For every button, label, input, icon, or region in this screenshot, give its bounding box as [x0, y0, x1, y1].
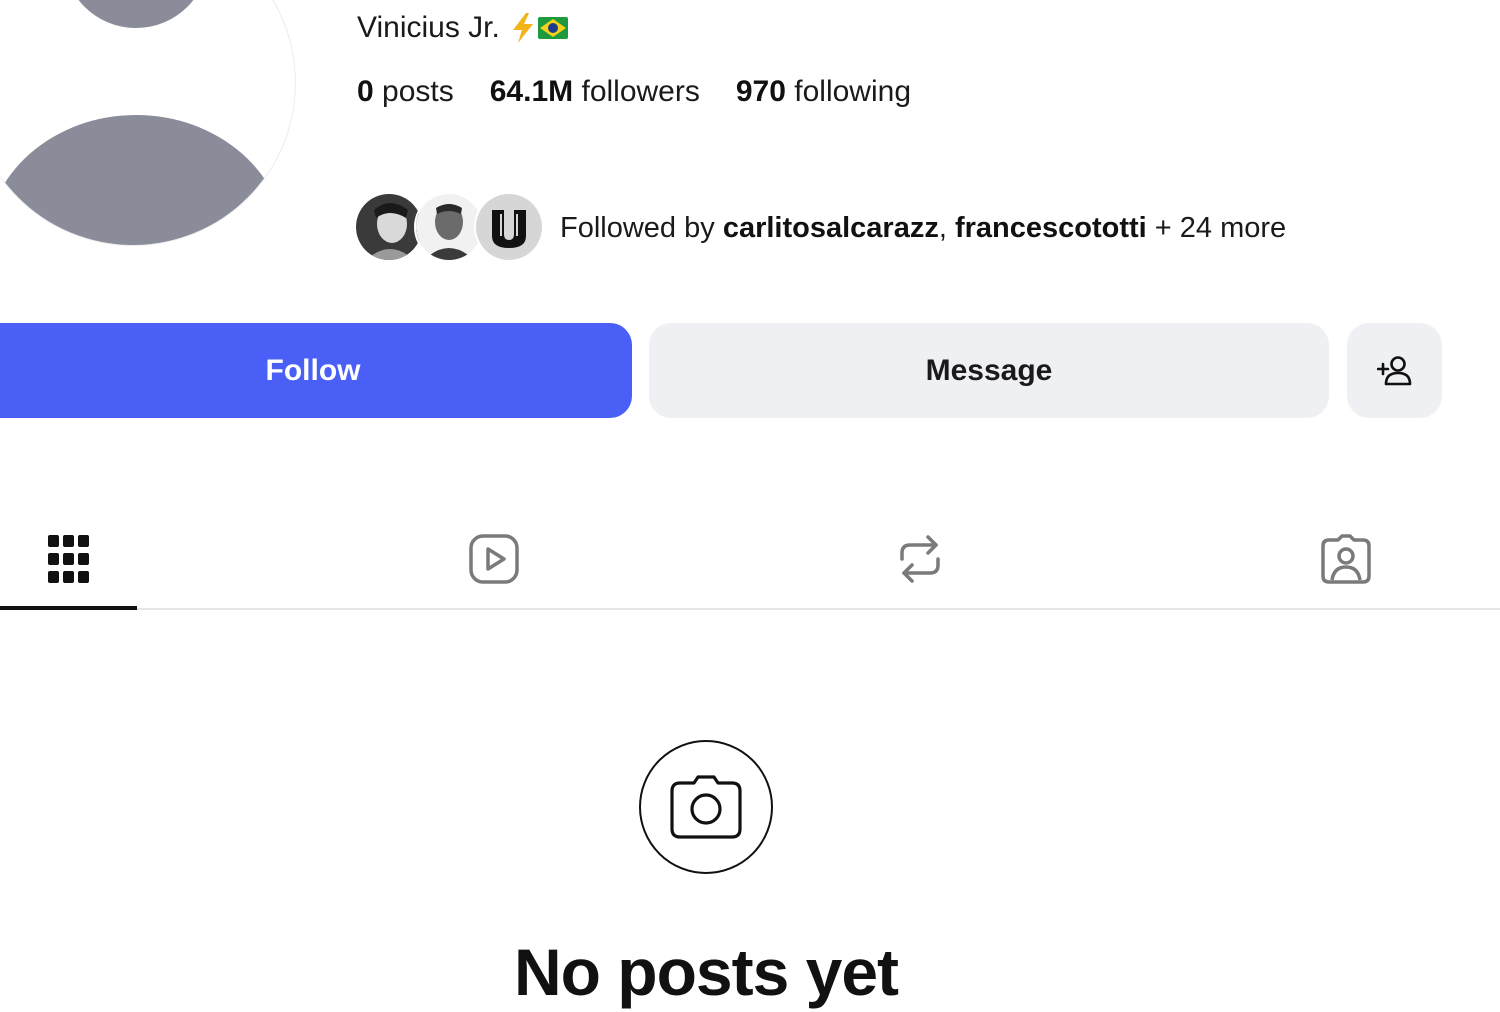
tagged-icon [1320, 534, 1371, 584]
repost-icon [899, 535, 940, 583]
followers-label[interactable]: followers [581, 75, 699, 108]
followers-count[interactable]: 64.1M [490, 75, 573, 108]
tab-tagged[interactable] [1282, 510, 1409, 608]
tab-posts-grid[interactable] [0, 510, 137, 610]
lightning-icon [512, 13, 533, 43]
profile-avatar[interactable] [0, 0, 296, 246]
followed-by-user-2[interactable]: francescototti [955, 212, 1147, 244]
brazil-flag-icon [537, 17, 568, 39]
grid-icon [47, 535, 89, 583]
followed-by-text[interactable]: Followed by carlitosalcarazz, francescot… [560, 212, 1286, 245]
mutual-avatar-3[interactable] [474, 192, 544, 262]
profile-display-name: Vinicius Jr. [357, 8, 568, 48]
default-avatar-icon [0, 0, 286, 245]
camera-icon [670, 775, 742, 839]
followed-by-more[interactable]: + 24 more [1155, 212, 1286, 244]
followed-by-user-1[interactable]: carlitosalcarazz [723, 212, 939, 244]
followers-stat[interactable]: 64.1M followers [490, 72, 700, 112]
following-stat[interactable]: 970 following [736, 72, 911, 112]
follow-button[interactable]: Follow [0, 323, 632, 418]
brand-logo-icon [476, 194, 542, 260]
add-person-icon [1376, 355, 1411, 385]
empty-state-title: No posts yet [513, 935, 899, 1009]
profile-tabs [0, 510, 1500, 610]
followed-by-separator: , [938, 211, 947, 244]
reels-icon [468, 534, 519, 584]
posts-label: posts [382, 75, 454, 108]
posts-stat: 0 posts [357, 72, 454, 112]
tab-reposts[interactable] [856, 510, 983, 608]
person-photo-icon [416, 194, 482, 260]
message-button[interactable]: Message [649, 323, 1329, 418]
posts-count: 0 [357, 75, 374, 108]
mutual-followers-avatars[interactable] [354, 192, 550, 264]
empty-state-icon-circle [639, 740, 773, 874]
followed-by-prefix: Followed by [560, 211, 715, 244]
following-label[interactable]: following [794, 75, 911, 108]
suggest-accounts-button[interactable] [1347, 323, 1442, 418]
followed-by-row[interactable]: Followed by carlitosalcarazz, francescot… [354, 192, 1286, 264]
following-count[interactable]: 970 [736, 75, 786, 108]
tab-reels[interactable] [430, 510, 557, 608]
profile-stats: 0 posts 64.1M followers 970 following [357, 72, 911, 112]
display-name-text: Vinicius Jr. [357, 11, 500, 44]
person-photo-icon [356, 194, 422, 260]
